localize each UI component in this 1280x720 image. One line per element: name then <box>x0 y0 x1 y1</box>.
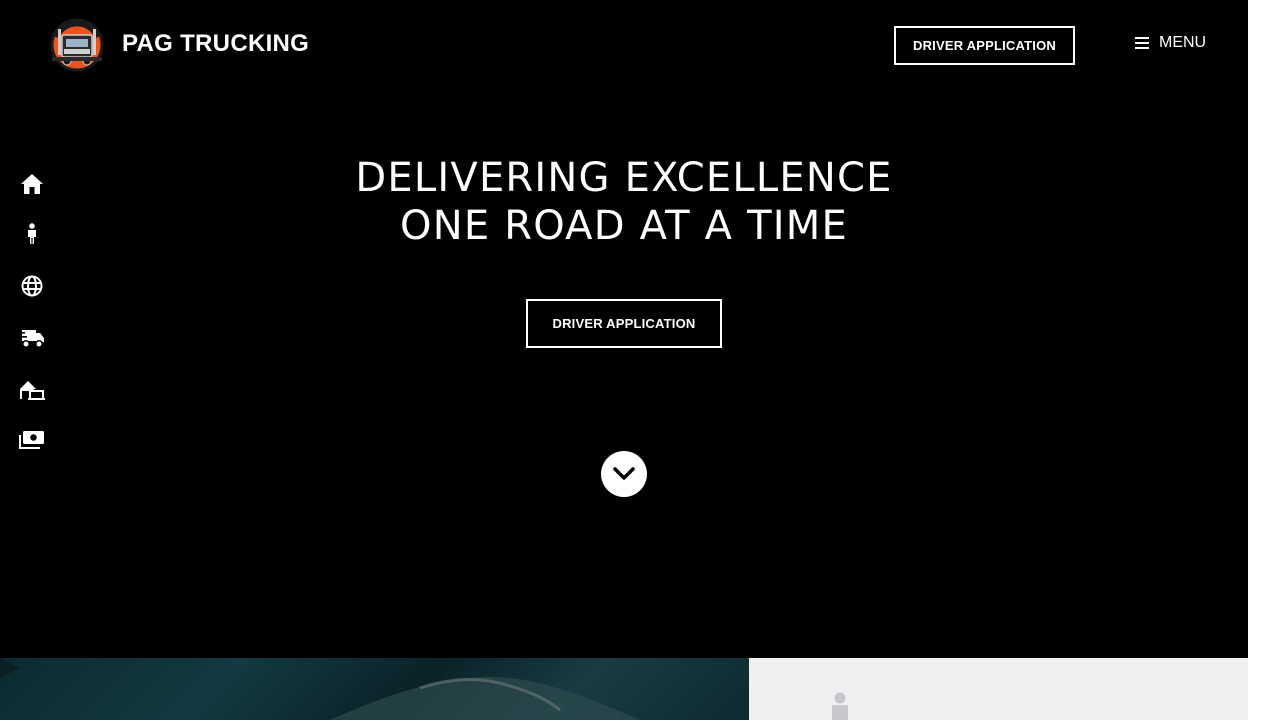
menu-label: MENU <box>1159 34 1207 51</box>
nav-payments[interactable] <box>18 426 46 454</box>
about-card <box>749 658 1248 720</box>
scrollbar-track[interactable] <box>1248 0 1280 720</box>
chevron-down-icon <box>613 467 635 480</box>
menu-button[interactable]: MENU <box>1135 34 1206 52</box>
scroll-down-button[interactable] <box>601 451 647 497</box>
landscape-image <box>0 658 640 720</box>
hero-driver-application-button[interactable]: DRIVER APPLICATION <box>526 299 722 348</box>
hero-heading-line-2: ONE ROAD AT A TIME <box>400 203 848 249</box>
site-header: PAG TRUCKING DRIVER APPLICATION MENU <box>0 0 1248 90</box>
brand-name[interactable]: PAG TRUCKING <box>122 30 309 58</box>
hamburger-icon <box>1135 37 1149 49</box>
logo-icon[interactable] <box>50 15 104 73</box>
section-background-image <box>0 658 749 720</box>
nav-services[interactable] <box>18 272 46 300</box>
truck-fast-icon <box>19 330 44 348</box>
warehouse-icon <box>20 381 45 400</box>
nav-delivery[interactable] <box>18 324 46 352</box>
money-bills-icon <box>19 431 44 449</box>
person-icon <box>832 692 848 720</box>
hero-heading: DELIVERING EXCELLENCE ONE ROAD AT A TIME <box>0 154 1248 250</box>
globe-icon <box>21 275 43 297</box>
page: PAG TRUCKING DRIVER APPLICATION MENU DEL… <box>0 0 1248 720</box>
nav-warehouse[interactable] <box>18 376 46 404</box>
hero-heading-line-1: DELIVERING EXCELLENCE <box>355 155 893 201</box>
header-driver-application-button[interactable]: DRIVER APPLICATION <box>894 26 1075 65</box>
